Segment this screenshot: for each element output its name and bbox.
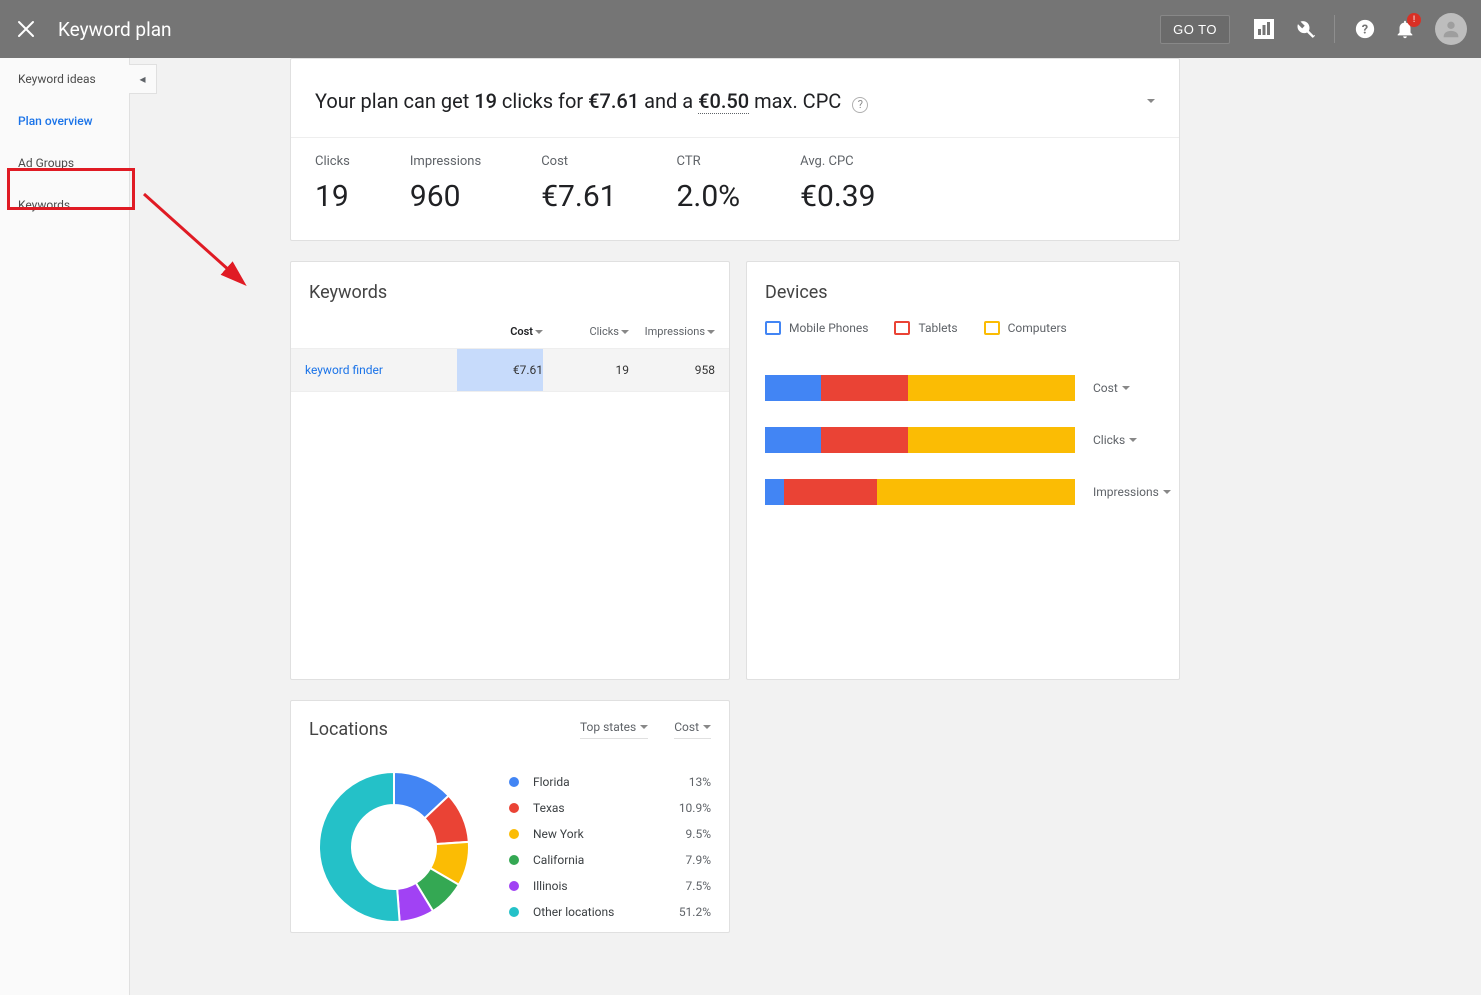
location-row-california: California7.9% <box>509 847 711 873</box>
notification-badge: ! <box>1407 13 1421 27</box>
bar-label-dropdown[interactable]: Clicks <box>1093 433 1137 447</box>
device-bar-row-impressions: Impressions <box>765 479 1161 505</box>
table-row[interactable]: keyword finder €7.61 19 958 <box>291 349 729 392</box>
sidebar-item-keywords[interactable]: Keywords <box>0 184 129 226</box>
location-row-texas: Texas10.9% <box>509 795 711 821</box>
dropdown-cost[interactable]: Cost <box>674 720 711 739</box>
metric-clicks: Clicks19 <box>315 154 350 214</box>
metric-ctr: CTR2.0% <box>677 154 741 214</box>
keywords-card: Keywords Cost Clicks Impressions keyword… <box>290 261 730 680</box>
card-title-devices: Devices <box>747 262 1179 307</box>
keyword-link[interactable]: keyword finder <box>305 363 457 377</box>
sidebar-item-keyword-ideas[interactable]: Keyword ideas <box>0 58 129 100</box>
legend-item-mobile-phones: Mobile Phones <box>765 321 868 335</box>
bar-label-dropdown[interactable]: Cost <box>1093 381 1130 395</box>
svg-text:?: ? <box>1362 22 1368 37</box>
location-row-new-york: New York9.5% <box>509 821 711 847</box>
tools-icon[interactable] <box>1292 17 1316 41</box>
page-title: Keyword plan <box>58 18 172 41</box>
card-title-keywords: Keywords <box>291 262 729 307</box>
locations-card: Locations Top states Cost Florida13%Texa… <box>290 700 730 933</box>
dropdown-top-states[interactable]: Top states <box>580 720 648 739</box>
card-title-locations: Locations <box>309 719 554 740</box>
location-row-florida: Florida13% <box>509 769 711 795</box>
expand-card-icon[interactable] <box>1147 94 1155 109</box>
device-bar-row-cost: Cost <box>765 375 1161 401</box>
location-row-illinois: Illinois7.5% <box>509 873 711 899</box>
collapse-sidebar-icon[interactable]: ◂ <box>129 64 157 94</box>
devices-card: Devices Mobile Phones Tablets Computers Co… <box>746 261 1180 680</box>
metric-avg-cpc: Avg. CPC€0.39 <box>800 154 875 214</box>
plan-summary-text: Your plan can get 19 clicks for €7.61 an… <box>315 85 868 117</box>
legend-item-computers: Computers <box>984 321 1067 335</box>
plan-forecast-card: Your plan can get 19 clicks for €7.61 an… <box>290 58 1180 241</box>
location-row-other-locations: Other locations51.2% <box>509 899 711 925</box>
sidebar-item-plan-overview[interactable]: Plan overview <box>0 100 129 142</box>
col-header-impressions[interactable]: Impressions <box>629 325 715 338</box>
sidebar-item-ad-groups[interactable]: Ad Groups <box>0 142 129 184</box>
sidebar: ◂ Keyword ideasPlan overviewAd GroupsKey… <box>0 58 130 995</box>
metric-impressions: Impressions960 <box>410 154 481 214</box>
reports-icon[interactable] <box>1252 17 1276 41</box>
col-header-clicks[interactable]: Clicks <box>543 325 629 338</box>
avatar[interactable] <box>1435 13 1467 45</box>
help-icon[interactable]: ? <box>1353 17 1377 41</box>
col-header-cost[interactable]: Cost <box>457 325 543 338</box>
device-bar-row-clicks: Clicks <box>765 427 1161 453</box>
close-icon[interactable] <box>14 17 38 41</box>
legend-item-tablets: Tablets <box>894 321 957 335</box>
bar-label-dropdown[interactable]: Impressions <box>1093 485 1171 499</box>
header: Keyword plan GO TO ? ! <box>0 0 1481 58</box>
goto-button[interactable]: GO TO <box>1160 15 1230 44</box>
help-tooltip-icon[interactable]: ? <box>852 97 868 113</box>
metric-cost: Cost€7.61 <box>541 154 616 214</box>
locations-donut-chart <box>309 762 479 932</box>
notifications-icon[interactable]: ! <box>1393 17 1417 41</box>
